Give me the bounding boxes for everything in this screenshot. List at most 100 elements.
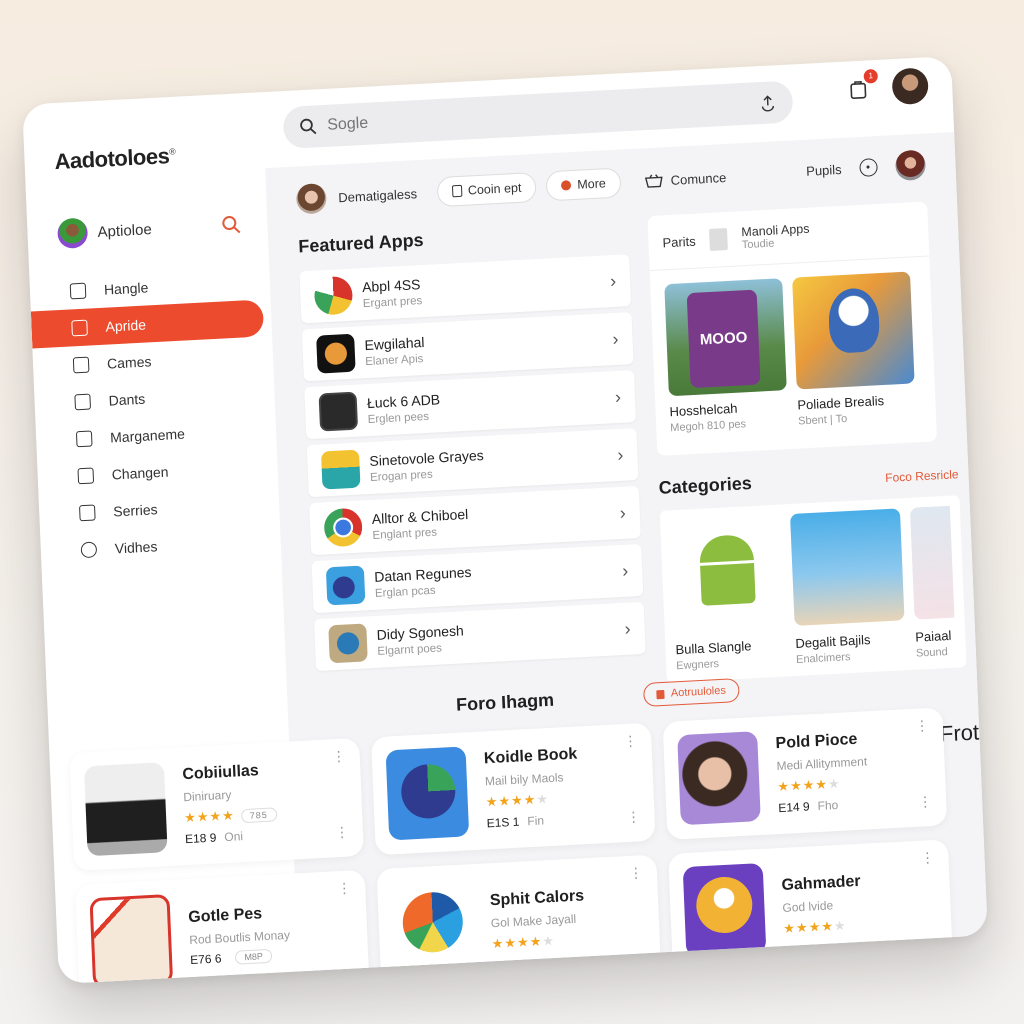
category-card[interactable]: Degalit Bajils Enalcimers [790, 508, 906, 666]
app-card[interactable]: Koidle Book Mail bily Maols ★★★★★ E1S 1 F… [370, 722, 656, 856]
filter-pill-label: Aotruuloles [670, 684, 727, 700]
app-icon [323, 507, 363, 548]
app-card-grid: Cobiiullas Diniruary ★★★★ 785 E18 9 Oni ⋮ … [69, 707, 958, 984]
app-card-image [391, 878, 475, 973]
promo-card[interactable]: MOOO Hosshelcah Megoh 810 pes [664, 278, 788, 434]
more-vert-icon[interactable]: ⋮ [337, 880, 352, 897]
more-vert-icon[interactable]: ⋮ [331, 748, 346, 765]
promo-image: MOOO [664, 278, 787, 397]
search-bar[interactable] [282, 80, 794, 150]
more-vert-icon[interactable]: ⋮ [920, 849, 935, 866]
subheader-user-label: Dematigaless [338, 185, 418, 205]
notifications-button[interactable]: 1 [848, 68, 879, 100]
categories-section: Categories Foco Resricle Bulla Slangle E… [658, 462, 967, 683]
search-icon[interactable] [221, 214, 242, 235]
commerce-link-label: Comunce [670, 169, 727, 188]
app-card-meta: E1S 1 [486, 814, 520, 831]
categories-header: Categories Foco Resricle [658, 462, 958, 499]
featured-apps-section: Featured Apps Abpl 4SS Ergant pres › Ewgi… [298, 219, 646, 677]
bottom-section-title: Foro Ihagm [455, 689, 555, 715]
app-card-title: Sphit Calors [489, 887, 585, 910]
coupon-chip[interactable]: Cooin ept [436, 171, 537, 208]
category-image [909, 505, 957, 620]
filter-pill[interactable]: Aotruuloles [643, 677, 740, 707]
logo-registered-mark: ® [168, 146, 176, 157]
pin-icon [561, 180, 572, 191]
app-card[interactable]: Gotle Pes Rod Boutlis Monay E76 6 M8P ⋮ [74, 869, 370, 984]
options-icon[interactable] [859, 158, 878, 177]
more-vert-icon[interactable]: ⋮ [335, 824, 350, 841]
category-title: Bulla Slangle [675, 638, 752, 658]
coupon-chip-label: Cooin ept [467, 180, 522, 198]
rating-count: 785 [240, 807, 278, 824]
basket-icon [644, 174, 663, 188]
more-vert-icon[interactable]: ⋮ [918, 793, 933, 810]
sidebar-item-label: Dants [108, 390, 146, 409]
more-vert-icon[interactable]: ⋮ [629, 864, 644, 881]
list-item[interactable]: Datan Regunes Erglan pcas › [311, 543, 644, 614]
app-card-meta-sub: Fho [817, 797, 839, 814]
category-card[interactable]: Bulla Slangle Ewgners [670, 514, 786, 673]
subheader-avatar [295, 182, 327, 215]
chevron-right-icon: › [621, 560, 629, 581]
more-vert-icon[interactable]: ⋮ [915, 717, 930, 734]
pupils-link[interactable]: Pupils [806, 161, 842, 178]
app-card-meta-sub: Oni [224, 829, 244, 845]
more-vert-icon[interactable]: ⋮ [626, 808, 641, 825]
app-card-title: Gahmader [781, 872, 861, 894]
app-card[interactable]: Cobiiullas Diniruary ★★★★ 785 E18 9 Oni ⋮ … [69, 737, 364, 872]
app-card-image [682, 862, 767, 958]
user-avatar[interactable] [891, 67, 929, 106]
app-window: Aadotoloes® 1 Aptioloe Hangle Apride Cam… [22, 56, 988, 984]
app-card-image [677, 731, 761, 826]
list-item[interactable]: Łuck 6 ADB Erglen pees › [304, 370, 637, 440]
featured-apps-title: Featured Apps [297, 229, 424, 257]
coupon-icon [451, 184, 463, 198]
app-card-subtitle: Medi Allitymment [776, 754, 868, 774]
app-card-image [385, 746, 470, 841]
subheader: Dematigaless Cooin ept More Comunce [295, 162, 727, 215]
app-icon [313, 275, 354, 316]
app-icon [328, 623, 368, 664]
promo-card[interactable]: Poliade Brealis Sbent | To [792, 271, 916, 428]
search-input[interactable] [326, 94, 760, 135]
chevron-right-icon: › [614, 386, 622, 407]
app-icon [325, 565, 366, 606]
briefcase-icon [74, 393, 91, 410]
folder-icon [75, 430, 93, 447]
category-image [790, 508, 905, 626]
list-item[interactable]: Abpl 4SS Ergant pres › [299, 254, 632, 324]
profile-avatar [57, 217, 89, 250]
list-item[interactable]: Ewgilahal Elaner Apis › [301, 312, 634, 382]
top-actions: 1 [848, 67, 929, 107]
sidebar-profile[interactable]: Aptioloe [25, 168, 268, 264]
promo-app-subtitle: Toudie [741, 237, 775, 252]
subheader-user[interactable]: Dematigaless [295, 178, 418, 215]
app-card[interactable]: Gahmader God lvide ★★★★★ ⋮ [668, 839, 953, 972]
category-card[interactable]: Paiaal Sound [909, 505, 957, 660]
list-item[interactable]: Didy Sgonesh Elgarnt poes › [313, 601, 646, 672]
see-all-link[interactable]: Foco Resricle [885, 467, 959, 485]
app-card[interactable]: Sphit Calors Gol Make Jayall ★★★★★ ⋮ [376, 854, 662, 984]
app-card[interactable]: Pold Pioce Medi Allitymment ★★★★★ E14 9 F… [662, 707, 948, 840]
promo-card-subtitle: Sbent | To [797, 412, 848, 428]
category-subtitle: Ewgners [676, 657, 720, 673]
more-chip[interactable]: More [545, 167, 622, 202]
app-card-title: Gotle Pes [188, 905, 263, 927]
more-vert-icon[interactable]: ⋮ [623, 732, 638, 749]
gamepad-icon [72, 356, 90, 373]
sidebar-nav: Hangle Apride Cames Dants Marganeme Chan… [29, 262, 281, 570]
upload-icon[interactable] [758, 93, 777, 112]
app-logo[interactable]: Aadotoloes® [54, 143, 176, 175]
app-card-meta: E14 9 [778, 799, 810, 816]
secondary-avatar[interactable] [894, 149, 927, 182]
more-chip-label: More [577, 176, 607, 192]
sidebar-item-label: Cames [106, 352, 152, 372]
commerce-link[interactable]: Comunce [644, 169, 727, 188]
app-card-meta-sub: Fin [527, 813, 545, 829]
list-item[interactable]: Alltor & Chiboel Englant pres › [309, 485, 641, 556]
subheader-right: Pupils [806, 149, 927, 186]
promo-label[interactable]: Parits [662, 233, 696, 250]
play-icon [80, 540, 98, 558]
list-item[interactable]: Sinetovole Grayes Erogan pres › [306, 428, 639, 498]
